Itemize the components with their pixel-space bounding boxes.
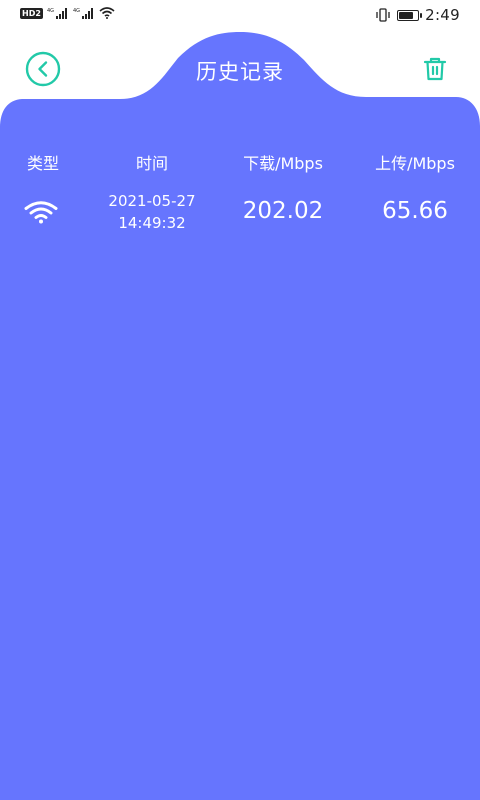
column-header-upload: 上传/Mbps [375,154,455,173]
history-panel-background [0,32,480,800]
wifi-status-icon [99,7,115,19]
row-time-cell: 2021-05-27 14:49:32 [90,190,214,234]
delete-history-button[interactable] [420,54,450,84]
trash-icon [423,57,447,81]
row-clock-time: 14:49:32 [118,214,186,232]
history-screen: HD2 4G 4G 2:49 历史记录 类型 时间 下载/Mbps 上传/Mbp… [0,0,480,800]
row-upload-value: 65.66 [382,198,448,224]
history-row[interactable]: 2021-05-27 14:49:32 202.02 65.66 [0,188,480,238]
column-header-download: 下载/Mbps [243,154,323,173]
vibrate-icon [376,8,390,22]
signal-sim1-icon: 4G [47,8,67,19]
sim1-label: 4G [47,8,54,14]
hd-sub-label: 2 [35,8,41,18]
signal-sim2-icon: 4G [73,8,93,19]
column-header-type: 类型 [26,154,59,173]
battery-icon [397,9,423,21]
column-header-time: 时间 [135,154,168,173]
battery-fill [399,11,414,19]
hd-badge: HD2 [20,7,43,19]
hd-label: HD [22,8,36,18]
sim2-label: 4G [73,8,80,14]
wifi-icon [24,201,58,224]
row-type-cell [20,200,62,224]
page-title: 历史记录 [196,60,284,84]
row-download-value: 202.02 [242,198,324,224]
row-date: 2021-05-27 [108,192,196,210]
status-bar-right: 2:49 [375,6,460,24]
status-clock: 2:49 [425,6,460,24]
status-bar-left: HD2 4G 4G [20,7,115,19]
status-bar: HD2 4G 4G 2:49 [0,0,480,30]
